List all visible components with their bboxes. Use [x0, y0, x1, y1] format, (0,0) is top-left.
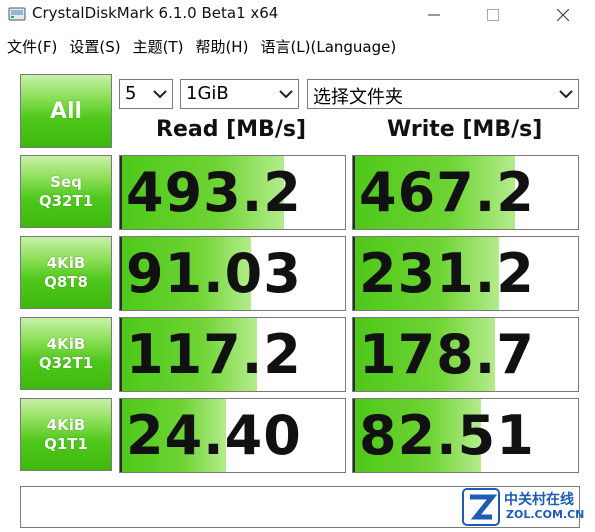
read-value: 117.2: [126, 323, 302, 386]
read-value: 24.40: [126, 404, 302, 467]
test-size-value: 1GiB: [186, 83, 229, 104]
all-button[interactable]: All: [20, 74, 112, 148]
seq-q32t1-read-result: 493.2: [119, 155, 346, 230]
row-label-line1: Seq: [50, 172, 82, 191]
maximize-icon: [487, 9, 499, 21]
close-button[interactable]: [540, 0, 586, 30]
4kib-q1t1-write-result: 82.51: [352, 398, 579, 473]
menu-language[interactable]: 语言(L)(Language): [254, 33, 402, 59]
window-title: CrystalDiskMark 6.1.0 Beta1 x64: [32, 4, 279, 22]
target-drive-select[interactable]: 选择文件夹: [307, 79, 579, 109]
4kib-q8t8-button[interactable]: 4KiB Q8T8: [20, 236, 112, 309]
title-bar: CrystalDiskMark 6.1.0 Beta1 x64: [0, 0, 595, 30]
target-drive-value: 选择文件夹: [313, 87, 403, 108]
write-value: 178.7: [359, 323, 535, 386]
4kib-q32t1-read-result: 117.2: [119, 317, 346, 392]
row-label-line2: Q8T8: [44, 272, 88, 291]
menu-bar: 文件(F) 设置(S) 主题(T) 帮助(H) 语言(L)(Language): [0, 33, 595, 59]
test-size-select[interactable]: 1GiB: [180, 79, 299, 109]
app-disk-icon: [8, 7, 26, 21]
write-value: 231.2: [359, 242, 535, 305]
read-value: 91.03: [126, 242, 302, 305]
chevron-down-icon: [153, 90, 167, 99]
4kib-q32t1-button[interactable]: 4KiB Q32T1: [20, 317, 112, 390]
row-label-line1: 4KiB: [46, 415, 86, 434]
4kib-q1t1-read-result: 24.40: [119, 398, 346, 473]
maximize-button[interactable]: [470, 0, 516, 30]
menu-file[interactable]: 文件(F): [0, 33, 63, 59]
read-column-header: Read [MB/s]: [156, 117, 307, 142]
menu-help[interactable]: 帮助(H): [189, 33, 254, 59]
zol-logo-icon: [462, 488, 500, 526]
4kib-q8t8-write-result: 231.2: [352, 236, 579, 311]
close-icon: [557, 9, 569, 21]
4kib-q8t8-read-result: 91.03: [119, 236, 346, 311]
write-value: 82.51: [359, 404, 535, 467]
watermark-en-text: ZOL.COM.CN: [506, 508, 585, 521]
menu-settings[interactable]: 设置(S): [63, 33, 126, 59]
4kib-q32t1-write-result: 178.7: [352, 317, 579, 392]
write-column-header: Write [MB/s]: [387, 117, 543, 142]
row-label-line2: Q32T1: [38, 353, 94, 372]
menu-theme[interactable]: 主题(T): [127, 33, 190, 59]
write-value: 467.2: [359, 161, 535, 224]
row-label-line1: 4KiB: [46, 253, 86, 272]
watermark-cn-text: 中关村在线: [504, 492, 574, 508]
read-value: 493.2: [126, 161, 302, 224]
chevron-down-icon: [279, 90, 293, 99]
4kib-q1t1-button[interactable]: 4KiB Q1T1: [20, 398, 112, 471]
crystaldiskmark-window: CrystalDiskMark 6.1.0 Beta1 x64 文件(F) 设置…: [0, 0, 595, 532]
seq-q32t1-button[interactable]: Seq Q32T1: [20, 155, 112, 228]
chevron-down-icon: [559, 90, 573, 99]
row-label-line2: Q1T1: [44, 434, 88, 453]
seq-q32t1-write-result: 467.2: [352, 155, 579, 230]
row-label-line1: 4KiB: [46, 334, 86, 353]
zol-watermark: 中关村在线 ZOL.COM.CN: [462, 486, 592, 530]
minimize-icon: [428, 14, 440, 16]
minimize-button[interactable]: [411, 0, 457, 30]
row-label-line2: Q32T1: [38, 191, 94, 210]
test-count-select[interactable]: 5: [119, 79, 173, 109]
test-count-value: 5: [125, 83, 137, 104]
